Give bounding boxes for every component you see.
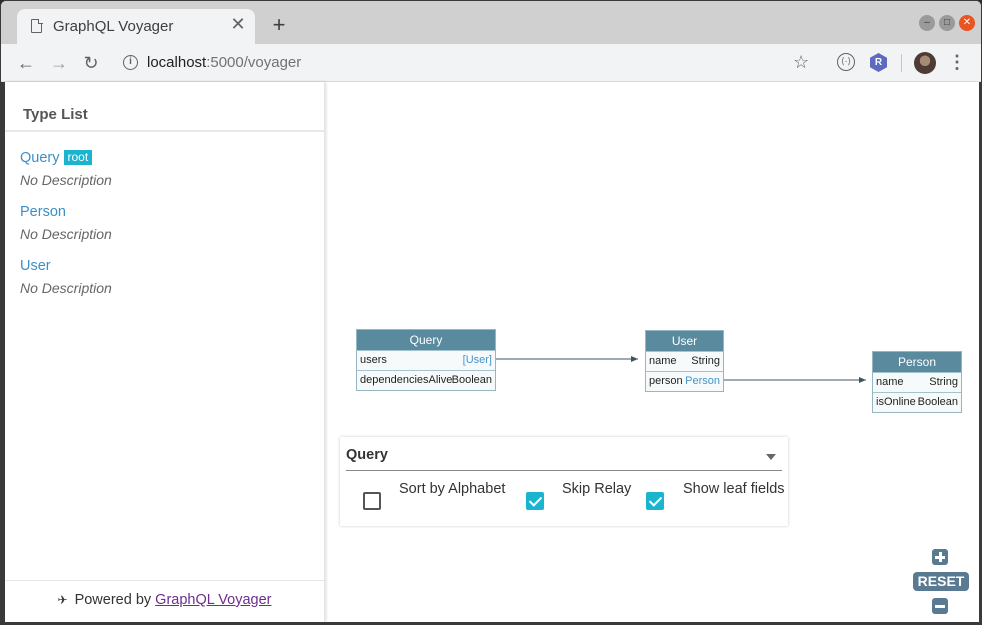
- settings-panel: Query Sort by Alphabet Skip Relay Show l…: [340, 437, 788, 526]
- field-name: dependenciesAlive: [360, 374, 453, 386]
- field-type: Boolean: [917, 396, 958, 408]
- field-name: person: [649, 375, 683, 387]
- show-leaf-fields-checkbox[interactable]: [646, 492, 664, 510]
- maximize-window-icon[interactable]: □: [939, 15, 955, 31]
- type-description: No Description: [20, 172, 112, 188]
- profile-avatar[interactable]: [914, 52, 936, 74]
- close-window-icon[interactable]: ✕: [959, 15, 975, 31]
- type-item-user: User No Description: [20, 257, 112, 296]
- type-description: No Description: [20, 226, 112, 242]
- type-name[interactable]: User: [20, 258, 51, 274]
- page-content: Type List Query root No Description Perso…: [1, 82, 981, 624]
- field-row[interactable]: isOnline Boolean: [873, 392, 961, 412]
- menu-icon[interactable]: ⋮: [947, 52, 967, 73]
- powered-by-text: Powered by: [74, 592, 152, 608]
- address-bar[interactable]: i localhost:5000/voyager ☆: [113, 48, 828, 78]
- field-row[interactable]: users [User]: [357, 350, 495, 370]
- type-item-person: Person No Description: [20, 203, 112, 242]
- field-name: isOnline: [876, 396, 916, 408]
- sort-by-alphabet-checkbox[interactable]: [363, 492, 381, 510]
- show-leaf-fields-label[interactable]: Show leaf fields: [683, 481, 785, 497]
- toolbar-divider: [901, 54, 902, 72]
- node-title: User: [646, 331, 723, 351]
- field-name: users: [360, 354, 387, 366]
- select-underline: [346, 470, 782, 471]
- field-type-link[interactable]: [User]: [463, 351, 492, 370]
- root-badge: root: [63, 150, 93, 165]
- bookmark-star-icon[interactable]: ☆: [793, 52, 809, 73]
- field-row[interactable]: name String: [646, 351, 723, 371]
- graph-canvas[interactable]: Query users [User] dependenciesAlive Boo…: [327, 82, 981, 624]
- new-tab-icon[interactable]: +: [269, 14, 289, 36]
- browser-tab[interactable]: GraphQL Voyager ✕: [17, 9, 255, 44]
- close-tab-icon[interactable]: ✕: [229, 15, 247, 33]
- extension-icon[interactable]: ⟨·⟩: [837, 53, 855, 71]
- field-name: name: [649, 355, 677, 367]
- page-icon: [31, 18, 43, 33]
- field-type: Boolean: [451, 374, 492, 386]
- reload-icon[interactable]: ↻: [80, 52, 102, 74]
- skip-relay-checkbox[interactable]: [526, 492, 544, 510]
- browser-window: GraphQL Voyager ✕ + – □ ✕ ← → ↻ i localh…: [0, 0, 982, 625]
- zoom-out-icon[interactable]: [932, 598, 948, 614]
- field-type: String: [929, 376, 958, 388]
- node-title: Person: [873, 352, 961, 372]
- type-name[interactable]: Person: [20, 204, 66, 220]
- field-type-link[interactable]: Person: [685, 372, 720, 391]
- field-row[interactable]: name String: [873, 372, 961, 392]
- tab-title: GraphQL Voyager: [53, 18, 174, 35]
- node-title: Query: [357, 330, 495, 350]
- field-type: String: [691, 355, 720, 367]
- info-icon[interactable]: i: [123, 55, 138, 70]
- field-name: name: [876, 376, 904, 388]
- field-row[interactable]: dependenciesAlive Boolean: [357, 370, 495, 390]
- skip-relay-label[interactable]: Skip Relay: [562, 481, 631, 497]
- powered-by-footer: ✈ Powered by GraphQL Voyager: [5, 580, 324, 622]
- redux-extension-icon[interactable]: R: [870, 53, 887, 72]
- type-list-panel: Type List Query root No Description Perso…: [5, 82, 325, 622]
- reset-zoom-button[interactable]: RESET: [913, 572, 969, 591]
- divider: [5, 130, 324, 132]
- type-list-title: Type List: [23, 106, 88, 123]
- minimize-window-icon[interactable]: –: [919, 15, 935, 31]
- node-user[interactable]: User name String person Person: [645, 330, 724, 392]
- url-text[interactable]: localhost:5000/voyager: [147, 54, 301, 71]
- type-description: No Description: [20, 280, 112, 296]
- forward-icon[interactable]: →: [48, 52, 70, 74]
- type-item-query: Query root No Description: [20, 149, 112, 188]
- type-name[interactable]: Query: [20, 150, 60, 166]
- window-frame: [1, 82, 5, 624]
- zoom-in-icon[interactable]: [932, 549, 948, 565]
- node-query[interactable]: Query users [User] dependenciesAlive Boo…: [356, 329, 496, 391]
- node-person[interactable]: Person name String isOnline Boolean: [872, 351, 962, 413]
- browser-toolbar: ← → ↻ i localhost:5000/voyager ☆ ⟨·⟩ R ⋮: [1, 44, 981, 82]
- dropdown-arrow-icon[interactable]: [766, 454, 776, 460]
- tab-bar: GraphQL Voyager ✕ + – □ ✕: [1, 1, 981, 44]
- back-icon[interactable]: ←: [15, 52, 37, 74]
- root-type-value[interactable]: Query: [346, 447, 388, 463]
- sort-by-alphabet-label[interactable]: Sort by Alphabet: [399, 481, 505, 497]
- voyager-logo-icon: ✈: [57, 593, 68, 607]
- field-row[interactable]: person Person: [646, 371, 723, 391]
- graphql-voyager-link[interactable]: GraphQL Voyager: [155, 592, 271, 608]
